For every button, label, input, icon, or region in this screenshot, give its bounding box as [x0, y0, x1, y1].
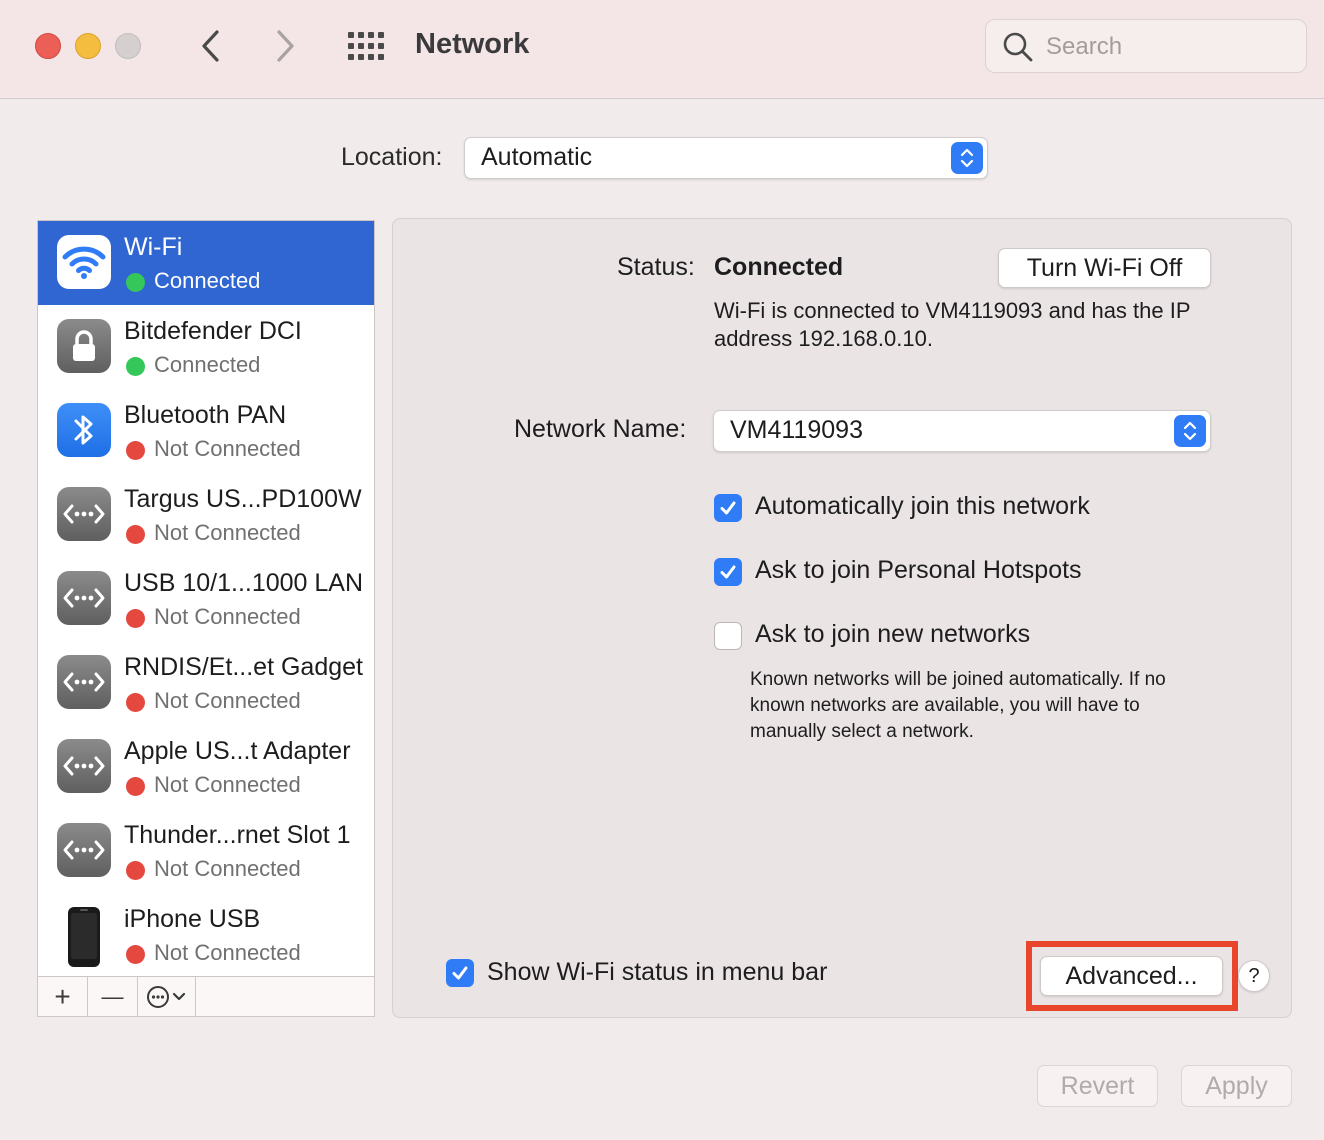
location-value: Automatic — [481, 143, 593, 171]
service-status: Not Connected — [154, 604, 301, 629]
show-wifi-status-label[interactable]: Show Wi-Fi status in menu bar — [487, 958, 827, 987]
action-menu-button[interactable] — [138, 977, 196, 1016]
status-label: Status: — [617, 253, 695, 281]
back-button[interactable] — [190, 26, 230, 66]
personal-hotspots-checkbox[interactable] — [714, 558, 742, 586]
service-usb-lan[interactable]: USB 10/1...1000 LAN Not Connected — [38, 557, 374, 641]
service-thunderbolt-ethernet[interactable]: Thunder...rnet Slot 1 Not Connected — [38, 809, 374, 893]
zoom-window-button[interactable] — [115, 33, 141, 59]
new-networks-description: Known networks will be joined automatica… — [750, 669, 1166, 742]
turn-wifi-off-button[interactable]: Turn Wi-Fi Off — [998, 248, 1211, 288]
service-name: Wi-Fi — [124, 233, 183, 261]
lock-icon — [57, 319, 111, 373]
advanced-button[interactable]: Advanced... — [1040, 956, 1223, 996]
remove-service-button[interactable]: — — [88, 977, 138, 1016]
service-list[interactable]: Wi-Fi Connected Bitdefender DCI Connecte… — [37, 220, 375, 977]
chevron-right-icon — [277, 30, 294, 62]
ethernet-icon — [57, 823, 111, 877]
service-name: Apple US...t Adapter — [124, 737, 351, 765]
window-title: Network — [415, 28, 530, 60]
new-networks-checkbox[interactable] — [714, 622, 742, 650]
service-status: Connected — [154, 268, 261, 293]
ethernet-icon — [57, 487, 111, 541]
service-bluetooth-pan[interactable]: Bluetooth PAN Not Connected — [38, 389, 374, 473]
network-name-popup[interactable]: VM4119093 — [713, 410, 1211, 452]
checkmark-icon — [720, 501, 736, 515]
status-dot — [126, 861, 145, 880]
service-status: Connected — [154, 352, 261, 377]
ethernet-icon — [57, 655, 111, 709]
wifi-icon — [57, 235, 111, 289]
auto-join-checkbox[interactable] — [714, 494, 742, 522]
show-wifi-status-checkbox[interactable] — [446, 959, 474, 987]
service-status: Not Connected — [154, 772, 301, 797]
add-service-button[interactable]: + — [38, 977, 88, 1016]
search-field[interactable] — [985, 19, 1307, 73]
status-dot — [126, 273, 145, 292]
status-dot — [126, 525, 145, 544]
ethernet-icon — [57, 739, 111, 793]
service-status: Not Connected — [154, 436, 301, 461]
service-targus[interactable]: Targus US...PD100W Not Connected — [38, 473, 374, 557]
service-iphone-usb[interactable]: iPhone USB Not Connected — [38, 893, 374, 976]
service-name: Bitdefender DCI — [124, 317, 302, 345]
checkmark-icon — [720, 565, 736, 579]
service-name: Targus US...PD100W — [124, 485, 362, 513]
updown-chevron-icon — [951, 142, 983, 174]
service-name: Thunder...rnet Slot 1 — [124, 821, 351, 849]
wifi-detail-panel: Status: Connected Turn Wi-Fi Off Wi-Fi i… — [392, 218, 1292, 1018]
location-popup[interactable]: Automatic — [464, 137, 988, 179]
help-button[interactable]: ? — [1238, 960, 1270, 992]
search-icon — [1003, 32, 1033, 62]
new-networks-label[interactable]: Ask to join new networks — [755, 620, 1030, 649]
personal-hotspots-label[interactable]: Ask to join Personal Hotspots — [755, 556, 1082, 585]
status-dot — [126, 945, 145, 964]
bluetooth-icon — [57, 403, 111, 457]
minimize-window-button[interactable] — [75, 33, 101, 59]
titlebar: Network — [0, 0, 1324, 99]
status-value: Connected — [714, 253, 844, 281]
plus-icon: + — [54, 980, 71, 1012]
close-window-button[interactable] — [35, 33, 61, 59]
revert-button[interactable]: Revert — [1037, 1065, 1158, 1107]
service-wifi[interactable]: Wi-Fi Connected — [38, 221, 374, 305]
status-dot — [126, 777, 145, 796]
auto-join-label[interactable]: Automatically join this network — [755, 492, 1090, 521]
service-apple-usb-adapter[interactable]: Apple US...t Adapter Not Connected — [38, 725, 374, 809]
network-name-label: Network Name: — [514, 415, 687, 443]
service-bitdefender-dci[interactable]: Bitdefender DCI Connected — [38, 305, 374, 389]
status-dot — [126, 609, 145, 628]
service-status: Not Connected — [154, 856, 301, 881]
grid-icon — [348, 32, 384, 60]
status-description: Wi-Fi is connected to VM4119093 and has … — [714, 298, 1191, 351]
service-name: Bluetooth PAN — [124, 401, 287, 429]
location-label: Location: — [341, 143, 443, 171]
service-status: Not Connected — [154, 940, 301, 965]
checkmark-icon — [452, 966, 468, 980]
ethernet-icon — [57, 571, 111, 625]
status-dot — [126, 357, 145, 376]
service-status: Not Connected — [154, 688, 301, 713]
search-input[interactable] — [1046, 30, 1296, 64]
service-status: Not Connected — [154, 520, 301, 545]
status-dot — [126, 693, 145, 712]
ellipsis-circle-icon — [146, 985, 185, 1008]
iphone-icon — [57, 907, 111, 967]
network-name-value: VM4119093 — [730, 416, 863, 444]
forward-button[interactable] — [266, 26, 306, 66]
service-name: iPhone USB — [124, 905, 261, 933]
updown-chevron-icon — [1174, 415, 1206, 447]
chevron-left-icon — [202, 30, 219, 62]
service-list-toolbar: + — — [37, 976, 375, 1017]
service-rndis[interactable]: RNDIS/Et...et Gadget Not Connected — [38, 641, 374, 725]
apply-button[interactable]: Apply — [1181, 1065, 1292, 1107]
show-all-button[interactable] — [346, 30, 386, 62]
minus-icon: — — [101, 983, 124, 1009]
service-name: USB 10/1...1000 LAN — [124, 569, 364, 597]
service-name: RNDIS/Et...et Gadget — [124, 653, 363, 681]
status-dot — [126, 441, 145, 460]
